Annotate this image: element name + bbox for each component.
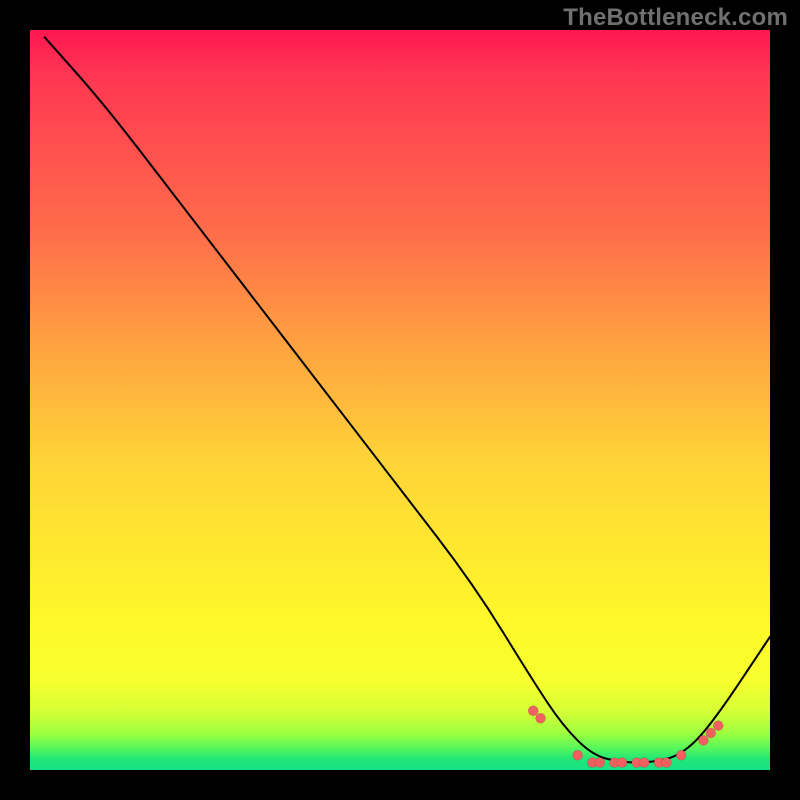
marker-dot	[573, 750, 583, 760]
marker-dot	[595, 758, 605, 768]
marker-group	[528, 706, 723, 768]
marker-dot	[713, 721, 723, 731]
marker-dot	[639, 758, 649, 768]
marker-dot	[528, 706, 538, 716]
bottleneck-curve	[45, 37, 770, 762]
plot-area	[30, 30, 770, 770]
marker-dot	[706, 728, 716, 738]
marker-dot	[661, 758, 671, 768]
marker-dot	[698, 735, 708, 745]
chart-frame: TheBottleneck.com	[0, 0, 800, 800]
marker-dot	[617, 758, 627, 768]
marker-dot	[536, 713, 546, 723]
marker-dot	[676, 750, 686, 760]
watermark-label: TheBottleneck.com	[563, 4, 788, 32]
chart-svg	[30, 30, 770, 770]
